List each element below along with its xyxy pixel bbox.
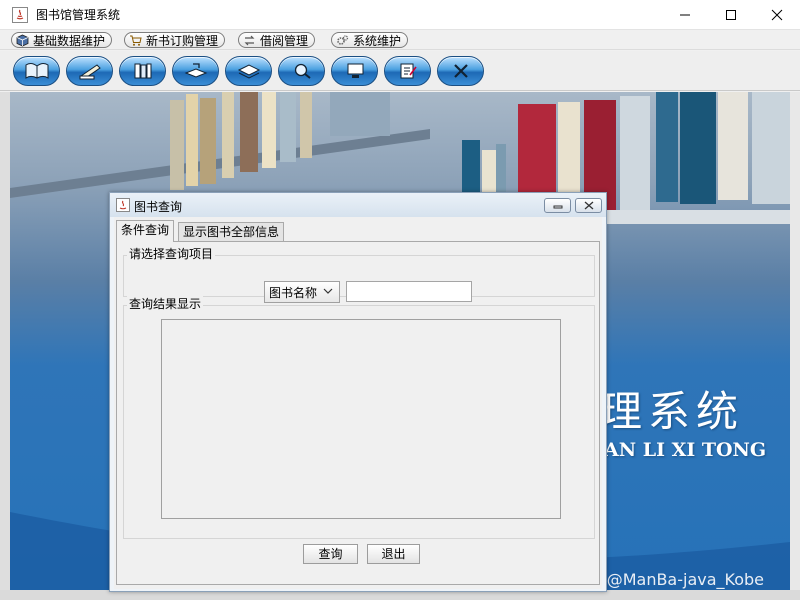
toolbar-button-search[interactable] bbox=[278, 56, 325, 86]
menu-label: 基础数据维护 bbox=[33, 33, 106, 48]
gears-icon bbox=[337, 34, 349, 45]
books-icon bbox=[134, 63, 151, 79]
query-result-table[interactable] bbox=[161, 319, 561, 519]
menu-borrow-management[interactable]: 借阅管理 bbox=[238, 32, 316, 48]
close-icon bbox=[771, 9, 783, 21]
menu-system-maintenance[interactable]: 系统维护 bbox=[331, 32, 409, 48]
close-button[interactable] bbox=[754, 0, 800, 30]
query-frame-body: 条件查询 显示图书全部信息 图书名称 请选择查询项目 查询结果显示 查询 退出 bbox=[114, 217, 602, 589]
chevron-down-icon bbox=[323, 288, 333, 294]
open-book-icon bbox=[25, 63, 48, 79]
cart-icon bbox=[130, 35, 142, 46]
menu-label: 借阅管理 bbox=[260, 33, 309, 48]
menu-new-book-order[interactable]: 新书订购管理 bbox=[124, 32, 226, 48]
menu-basic-data[interactable]: 基础数据维护 bbox=[11, 32, 113, 48]
java-app-icon bbox=[12, 7, 28, 23]
query-frame-title: 图书查询 bbox=[134, 200, 183, 214]
toolbar bbox=[0, 51, 800, 91]
banner-slogan-chinese: 理系统 bbox=[600, 387, 745, 436]
search-icon bbox=[294, 63, 311, 79]
left-edge-strip bbox=[0, 92, 10, 600]
minimize-icon bbox=[680, 14, 690, 16]
menu-bar: 基础数据维护 新书订购管理 借阅管理 系统维护 bbox=[0, 30, 800, 50]
toolbar-button-edit-document[interactable] bbox=[384, 56, 431, 86]
tab-show-all-books[interactable]: 显示图书全部信息 bbox=[178, 222, 285, 242]
return-book-icon bbox=[184, 63, 207, 78]
menu-label: 系统维护 bbox=[353, 33, 402, 48]
pen-book-icon bbox=[79, 64, 101, 80]
query-frame-close-button[interactable] bbox=[575, 198, 602, 213]
banner-slogan-pinyin: AN LI XI TONG bbox=[604, 439, 767, 461]
toolbar-button-display[interactable] bbox=[331, 56, 378, 86]
toolbar-button-book-type[interactable] bbox=[119, 56, 166, 86]
edit-document-icon bbox=[400, 63, 417, 79]
maximize-icon bbox=[726, 10, 736, 20]
window-title: 图书馆管理系统 bbox=[36, 8, 121, 22]
java-app-icon bbox=[116, 198, 130, 212]
criteria-group-title: 请选择查询项目 bbox=[127, 245, 216, 262]
monitor-icon bbox=[347, 63, 363, 78]
minimize-icon bbox=[553, 205, 562, 208]
menu-label: 新书订购管理 bbox=[146, 33, 219, 48]
condition-query-panel: 图书名称 请选择查询项目 查询结果显示 查询 退出 bbox=[116, 241, 600, 585]
result-group-title: 查询结果显示 bbox=[127, 295, 204, 312]
query-frame-minimize-button[interactable] bbox=[544, 198, 571, 213]
toolbar-button-return-book[interactable] bbox=[172, 56, 219, 86]
window-titlebar[interactable]: 图书馆管理系统 bbox=[0, 0, 800, 30]
minimize-button[interactable] bbox=[662, 0, 708, 30]
book-stack-icon bbox=[237, 64, 260, 79]
maximize-button[interactable] bbox=[708, 0, 754, 30]
cube-icon bbox=[16, 34, 29, 46]
query-field-select[interactable]: 图书名称 bbox=[264, 281, 340, 303]
close-icon bbox=[584, 201, 593, 210]
toolbar-button-book-info[interactable] bbox=[13, 56, 60, 86]
toolbar-button-book-stack[interactable] bbox=[225, 56, 272, 86]
tab-condition-query[interactable]: 条件查询 bbox=[116, 220, 175, 242]
exchange-icon bbox=[244, 35, 255, 45]
search-input[interactable] bbox=[346, 281, 472, 302]
exit-icon bbox=[453, 64, 468, 78]
query-button[interactable]: 查询 bbox=[303, 544, 358, 564]
toolbar-button-book-edit[interactable] bbox=[66, 56, 113, 86]
exit-button[interactable]: 退出 bbox=[367, 544, 420, 564]
right-edge-strip bbox=[790, 92, 800, 600]
query-frame-titlebar[interactable]: 图书查询 bbox=[110, 193, 606, 217]
toolbar-button-exit[interactable] bbox=[437, 56, 484, 86]
query-field-select-value: 图书名称 bbox=[269, 285, 318, 300]
book-query-frame: 图书查询 条件查询 显示图书全部信息 图书名称 请选择查询项目 查询结果显示 查… bbox=[109, 192, 607, 592]
